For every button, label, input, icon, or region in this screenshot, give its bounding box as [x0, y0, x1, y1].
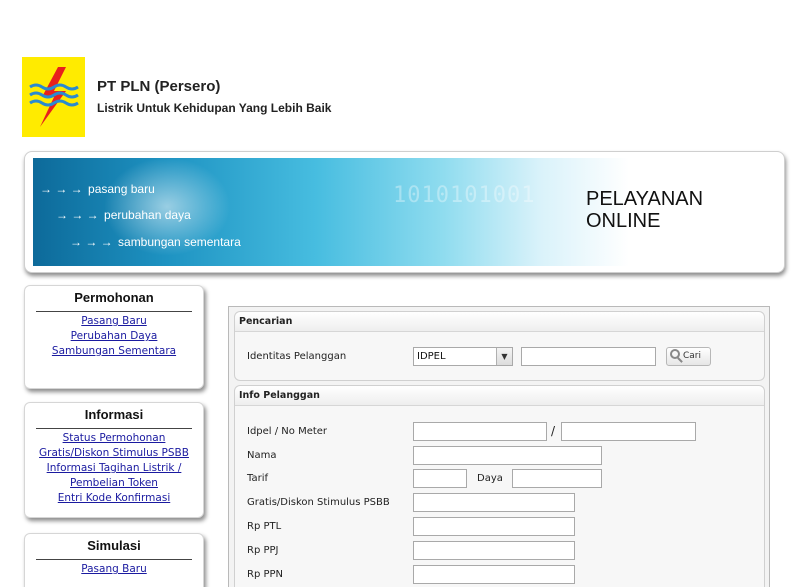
- sidebar-link-stimulus-psbb[interactable]: Gratis/Diskon Stimulus PSBB: [25, 446, 203, 461]
- sidebar-link-informasi-tagihan[interactable]: Informasi Tagihan Listrik /: [25, 461, 203, 476]
- sidebar-link-perubahan-daya[interactable]: Perubahan Daya: [25, 329, 203, 344]
- identitas-select[interactable]: IDPEL ▼: [413, 347, 513, 366]
- chevron-down-icon: ▼: [496, 348, 512, 365]
- sidebar-link-pembelian-token[interactable]: Pembelian Token: [25, 476, 203, 491]
- divider: [36, 559, 192, 560]
- arrow-icon: → → →: [56, 208, 99, 222]
- daya-label: Daya: [477, 473, 503, 484]
- main-panel: Pencarian Identitas Pelanggan IDPEL ▼ Ca…: [228, 306, 770, 587]
- identitas-label: Identitas Pelanggan: [247, 351, 347, 362]
- banner-link-pasang-baru[interactable]: → → → pasang baru: [40, 182, 155, 196]
- sidebar-link-simulasi-pasang-baru[interactable]: Pasang Baru: [25, 562, 203, 577]
- divider: [36, 428, 192, 429]
- sidebar-permohonan: Permohonan Pasang Baru Perubahan Daya Sa…: [24, 285, 204, 389]
- no-meter-field[interactable]: [561, 422, 696, 441]
- tarif-label: Tarif: [247, 473, 268, 484]
- search-icon: [670, 349, 680, 359]
- tarif-field[interactable]: [413, 469, 467, 488]
- rp-ptl-field[interactable]: [413, 517, 575, 536]
- cari-button[interactable]: Cari: [666, 347, 711, 366]
- rp-ppn-label: Rp PPN: [247, 569, 284, 580]
- arrow-icon: → → →: [70, 235, 113, 249]
- arrow-icon: → → →: [40, 182, 83, 196]
- sidebar-link-sambungan-sementara[interactable]: Sambungan Sementara: [25, 344, 203, 359]
- rp-ppj-field[interactable]: [413, 541, 575, 560]
- section-pencarian: Pencarian Identitas Pelanggan IDPEL ▼ Ca…: [234, 311, 765, 381]
- sidebar-link-entri-kode[interactable]: Entri Kode Konfirmasi: [25, 491, 203, 506]
- sidebar-link-status-permohonan[interactable]: Status Permohonan: [25, 431, 203, 446]
- sidebar-heading: Permohonan: [74, 290, 154, 305]
- pln-logo-icon: [22, 57, 85, 137]
- nama-label: Nama: [247, 450, 277, 461]
- rp-ptl-label: Rp PTL: [247, 521, 282, 532]
- stimulus-label: Gratis/Diskon Stimulus PSBB: [247, 497, 390, 508]
- idpel-field[interactable]: [413, 422, 547, 441]
- company-name: PT PLN (Persero): [97, 78, 221, 95]
- identitas-search-input[interactable]: [521, 347, 656, 366]
- sidebar-simulasi: Simulasi Pasang Baru: [24, 533, 204, 587]
- sidebar-heading: Informasi: [84, 407, 144, 422]
- separator: /: [551, 424, 556, 438]
- idpel-label: Idpel / No Meter: [247, 426, 328, 437]
- daya-field[interactable]: [512, 469, 602, 488]
- nama-field[interactable]: [413, 446, 602, 465]
- banner-link-sambungan-sementara[interactable]: → → → sambungan sementara: [70, 235, 241, 249]
- sidebar-heading: Simulasi: [87, 538, 141, 553]
- company-tagline: Listrik Untuk Kehidupan Yang Lebih Baik: [97, 101, 332, 115]
- section-title: Info Pelanggan: [235, 386, 764, 406]
- rp-ppn-field[interactable]: [413, 565, 575, 584]
- page: PT PLN (Persero) Listrik Untuk Kehidupan…: [0, 0, 802, 587]
- banner-link-perubahan-daya[interactable]: → → → perubahan daya: [56, 208, 191, 222]
- banner-digits: 1010101001: [393, 183, 536, 208]
- divider: [36, 311, 192, 312]
- rp-ppj-label: Rp PPJ: [247, 545, 279, 556]
- sidebar-link-pasang-baru[interactable]: Pasang Baru: [25, 314, 203, 329]
- banner-title: PELAYANAN ONLINE: [586, 188, 704, 232]
- sidebar-informasi: Informasi Status Permohonan Gratis/Disko…: [24, 402, 204, 518]
- stimulus-field[interactable]: [413, 493, 575, 512]
- section-title: Pencarian: [235, 312, 764, 332]
- section-info-pelanggan: Info Pelanggan Idpel / No Meter / Nama T…: [234, 385, 765, 587]
